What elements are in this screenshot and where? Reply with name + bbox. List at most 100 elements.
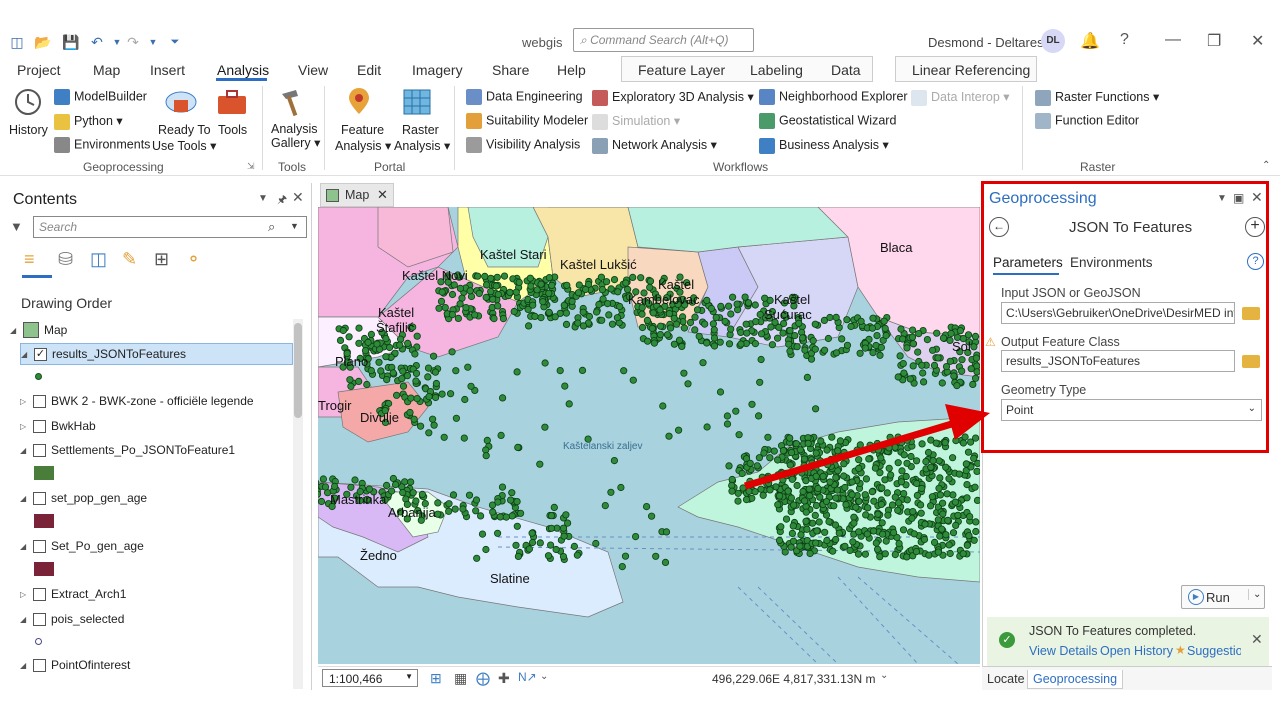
map-root-item[interactable]: ◢ Map [10,319,67,341]
tab-imagery[interactable]: Imagery [412,62,463,78]
customize-toolbar-icon[interactable]: ⏷ [166,33,184,51]
collapse-icon[interactable]: ◢ [20,494,30,503]
expand-icon[interactable]: ▷ [20,397,30,406]
layer-visibility-checkbox[interactable]: ✓ [34,347,47,361]
open-project-icon[interactable]: 📂 [34,33,52,51]
close-pane-icon[interactable]: ✕ [1251,189,1263,206]
layer-visibility-checkbox[interactable] [33,419,46,433]
python-button[interactable]: Python ▾ [54,113,123,130]
close-icon[interactable]: ✕ [1251,31,1264,51]
simulation-button[interactable]: Simulation ▾ [592,113,680,130]
notification-bell-icon[interactable]: 🔔 [1080,31,1100,51]
add-icon[interactable]: + [1245,217,1265,237]
browse-folder-icon[interactable] [1242,307,1260,320]
map-view[interactable]: Kaštel Stari Kaštel Lukšić Kaštel Novi K… [318,207,980,664]
pane-options-icon[interactable]: ▼ [258,193,268,204]
output-feature-class-field[interactable]: results_JSONToFeatures [1001,350,1235,372]
chevron-down-icon[interactable]: ⌄ [540,671,548,682]
undo-icon[interactable]: ↶ [88,33,106,51]
tab-help[interactable]: Help [557,62,586,78]
neighborhood-explorer-button[interactable]: Neighborhood Explorer [759,89,908,105]
layer-visibility-checkbox[interactable] [33,587,46,601]
business-analysis-button[interactable]: Business Analysis ▾ [759,137,889,154]
minimize-icon[interactable]: — [1165,31,1181,49]
tab-environments[interactable]: Environments [1070,255,1153,270]
tab-feature-layer[interactable]: Feature Layer [638,62,725,78]
layer-visibility-checkbox[interactable] [33,658,46,672]
collapse-icon[interactable]: ◢ [21,350,31,359]
user-name[interactable]: Desmond - Deltares [928,35,1044,50]
list-by-editing-icon[interactable]: ✎ [122,249,137,270]
open-history-link[interactable]: Open History [1100,644,1173,658]
visibility-analysis-button[interactable]: Visibility Analysis [466,137,580,153]
tab-linear-referencing[interactable]: Linear Referencing [912,62,1030,78]
environments-button[interactable]: Environments [54,137,150,153]
layer-item-pois-selected[interactable]: ◢ pois_selected [20,608,124,630]
search-icon[interactable]: ⌕ [268,219,275,235]
search-dropdown-icon[interactable]: ▼ [290,221,299,231]
filter-icon[interactable]: ▼ [10,219,23,234]
tab-view[interactable]: View [298,62,328,78]
tab-data[interactable]: Data [831,62,861,78]
help-icon[interactable]: ? [1247,253,1264,270]
tab-locate[interactable]: Locate [982,670,1030,688]
expand-icon[interactable]: ▷ [20,590,30,599]
tab-edit[interactable]: Edit [357,62,381,78]
command-search-input[interactable]: ⌕ Command Search (Alt+Q) [573,28,754,52]
close-message-icon[interactable]: ✕ [1251,631,1263,648]
network-analysis-button[interactable]: Network Analysis ▾ [592,137,717,154]
list-by-source-icon[interactable]: ⛁ [58,249,73,270]
restore-icon[interactable]: ❐ [1207,31,1221,51]
contents-scrollbar-thumb[interactable] [294,323,302,418]
collapse-ribbon-icon[interactable]: ⌃ [1262,160,1270,171]
raster-analysis-label-1[interactable]: Raster [402,123,439,137]
layer-item-settlements[interactable]: ◢ Settlements_Po_JSONToFeature1 [20,439,235,461]
avatar[interactable]: DL [1041,29,1065,53]
geometry-type-select[interactable]: Point ⌄ [1001,399,1262,421]
suggestions-link[interactable]: Suggestio [1187,644,1241,658]
layer-visibility-checkbox[interactable] [33,491,46,505]
layer-item-pointofinterest[interactable]: ◢ PointOfinterest [20,654,130,676]
tab-map[interactable]: Map [93,62,120,78]
input-json-field[interactable]: C:\Users\Gebruiker\OneDrive\DesirMED inf [1001,302,1235,324]
scale-selector[interactable]: 1:100,466 ▼ [322,669,418,687]
list-by-drawing-order-icon[interactable]: ≡ [24,249,46,271]
exploratory-3d-button[interactable]: Exploratory 3D Analysis ▾ [592,89,754,106]
back-icon[interactable]: ← [989,217,1009,237]
expand-icon[interactable]: ▷ [20,422,30,431]
geostatistical-wizard-button[interactable]: Geostatistical Wizard [759,113,896,129]
tab-geoprocessing[interactable]: Geoprocessing [1027,670,1124,689]
data-interop-button[interactable]: Data Interop ▾ [911,89,1010,106]
tab-labeling[interactable]: Labeling [750,62,803,78]
layer-visibility-checkbox[interactable] [33,394,46,408]
close-pane-icon[interactable]: ✕ [292,189,304,206]
dialog-launcher-icon[interactable]: ⇲ [247,161,255,172]
save-icon[interactable]: 💾 [62,33,80,51]
pane-options-icon[interactable]: ▼ [1217,193,1227,204]
analysis-gallery-button[interactable]: Gallery ▾ [271,135,320,150]
tools-button[interactable]: Tools [218,123,247,137]
collapse-icon[interactable]: ◢ [20,661,30,670]
layer-item-extract-arch1[interactable]: ▷ Extract_Arch1 [20,583,126,605]
redo-icon[interactable]: ↷ [124,33,142,51]
tab-analysis[interactable]: Analysis [217,62,269,78]
maximize-icon[interactable]: ▣ [1233,191,1244,205]
ready-to-use-label-1[interactable]: Ready To [158,123,211,137]
feature-analysis-button[interactable]: Analysis ▾ [335,138,391,153]
raster-analysis-button[interactable]: Analysis ▾ [394,138,450,153]
ready-to-use-tools-button[interactable]: Use Tools ▾ [152,138,216,153]
run-button[interactable]: ▶ Run ⌄ [1181,585,1265,609]
collapse-icon[interactable]: ◢ [20,542,30,551]
tab-insert[interactable]: Insert [150,62,185,78]
layer-visibility-checkbox[interactable] [33,443,46,457]
layer-item-set-po-gen-age[interactable]: ◢ Set_Po_gen_age [20,535,144,557]
coordinate-format-dropdown-icon[interactable]: ⌄ [880,670,888,681]
list-by-selection-icon[interactable]: ◫ [90,249,107,270]
analysis-gallery-label-1[interactable]: Analysis [271,122,318,136]
list-by-snapping-icon[interactable]: ⊞ [154,249,169,270]
close-tab-icon[interactable]: ✕ [377,187,388,203]
collapse-icon[interactable]: ◢ [10,326,20,335]
browse-folder-icon[interactable] [1242,355,1260,368]
layer-item-set-pop-gen-age[interactable]: ◢ set_pop_gen_age [20,487,147,509]
tab-project[interactable]: Project [17,62,61,78]
